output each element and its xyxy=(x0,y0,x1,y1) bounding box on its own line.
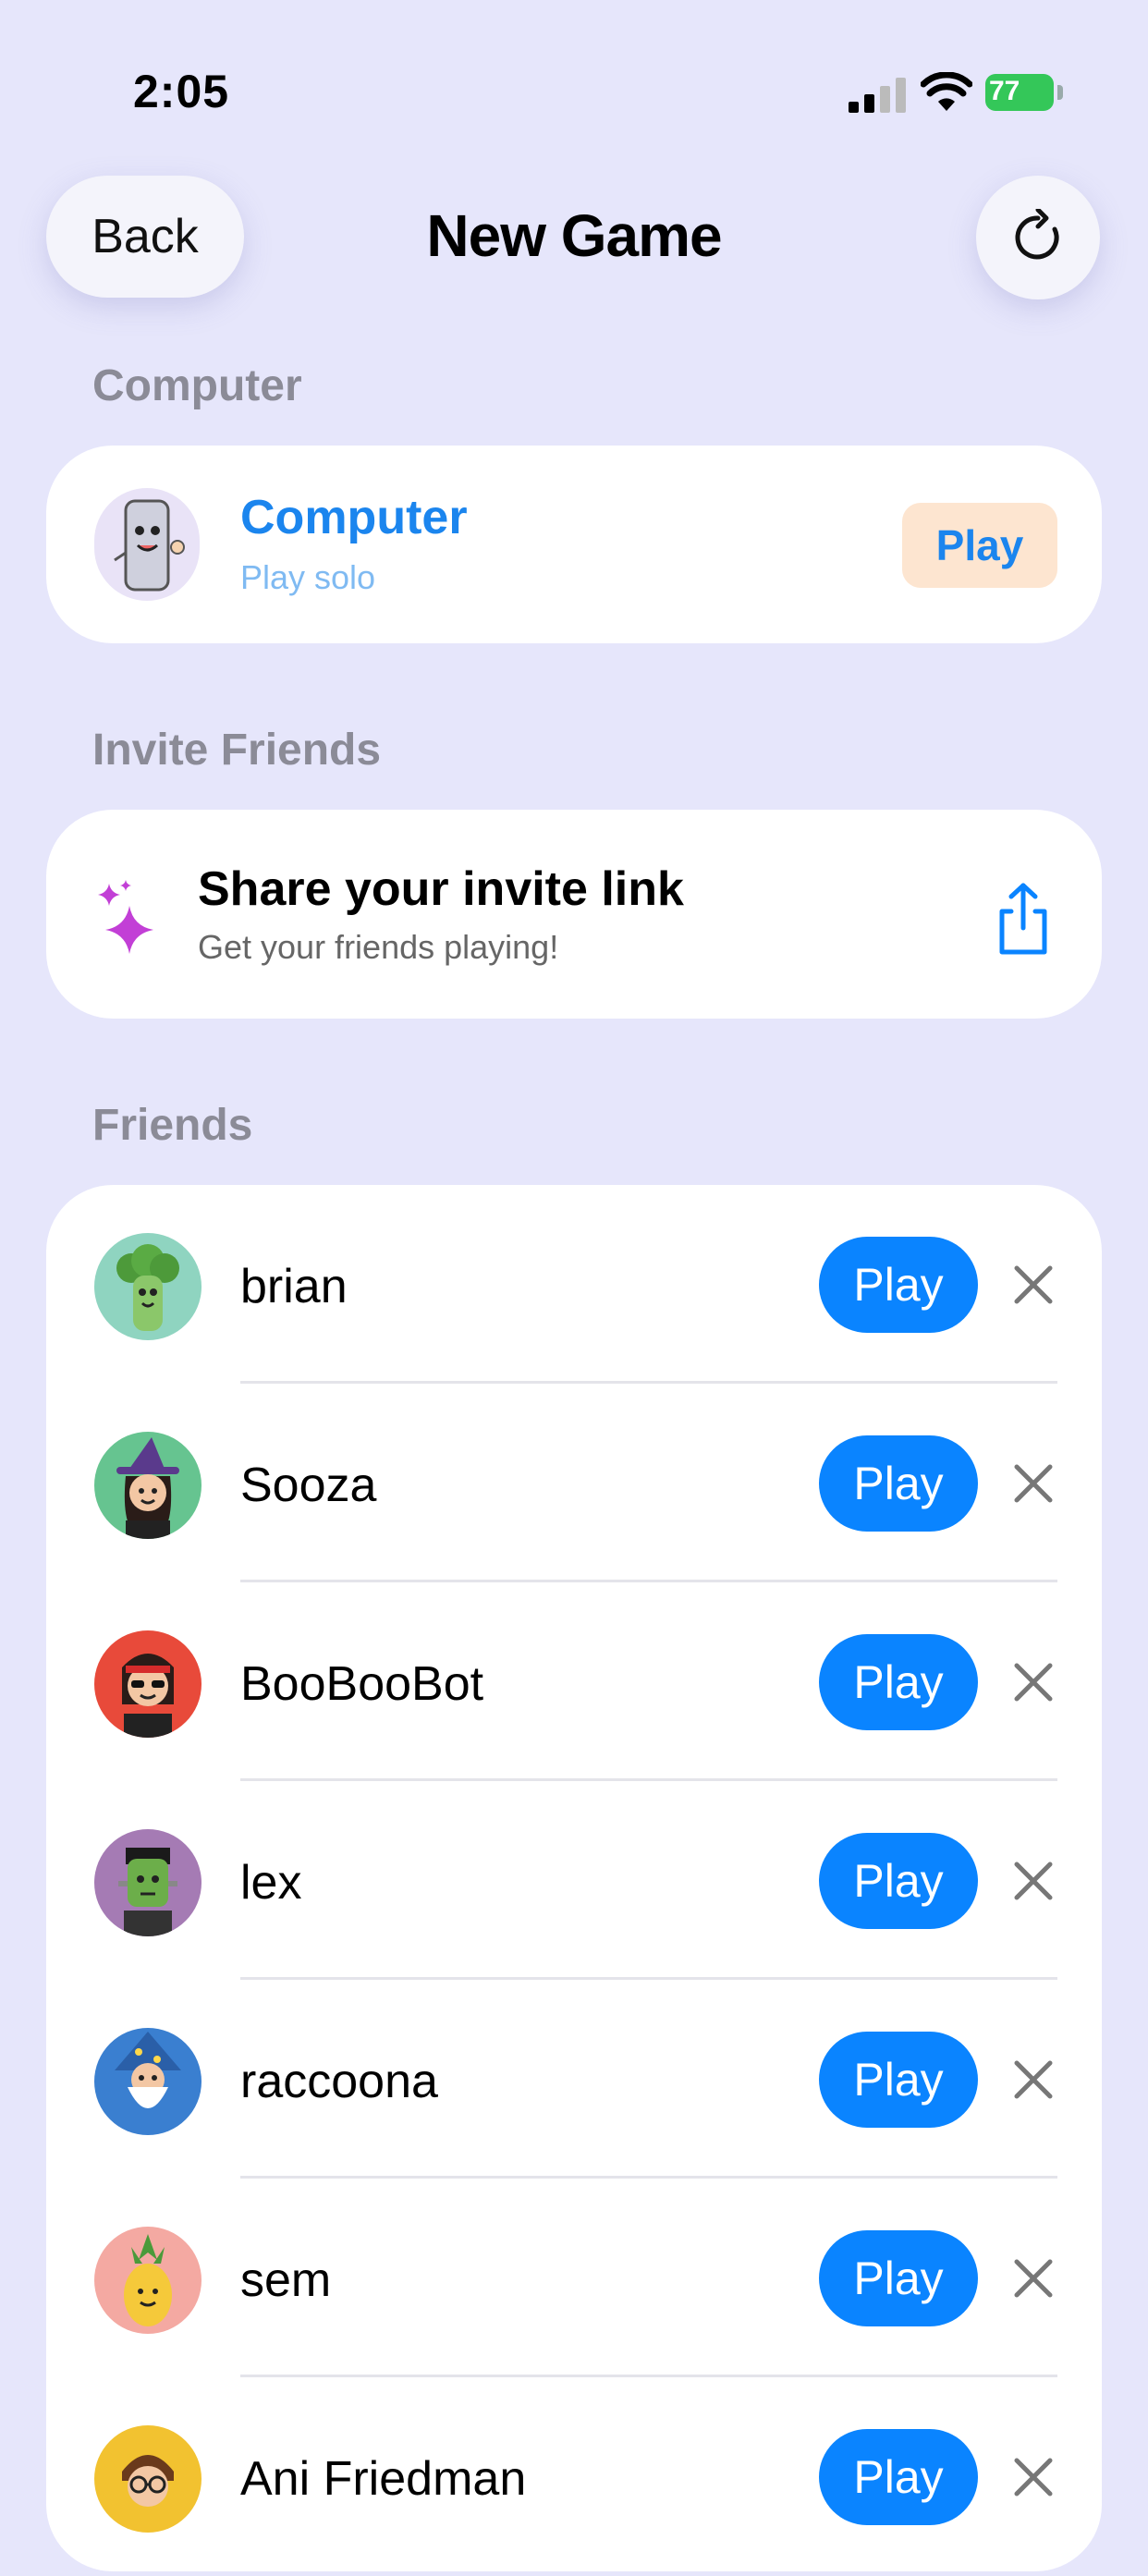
cellular-signal-icon xyxy=(849,78,906,113)
play-button[interactable]: Play xyxy=(819,2032,978,2128)
broccoli-avatar xyxy=(94,1233,202,1340)
close-icon[interactable] xyxy=(1013,2258,1054,2299)
frankenstein-avatar xyxy=(94,1829,202,1936)
invite-link-card[interactable]: Share your invite link Get your friends … xyxy=(46,810,1102,1019)
close-icon[interactable] xyxy=(1013,2457,1054,2497)
battery-level: 77 xyxy=(989,76,1020,106)
play-button[interactable]: Play xyxy=(819,1237,978,1333)
play-button[interactable]: Play xyxy=(819,2429,978,2525)
share-icon[interactable] xyxy=(991,882,1056,956)
status-time: 2:05 xyxy=(133,66,230,117)
friend-row: lex Play xyxy=(46,1781,1102,1980)
friend-name: raccoona xyxy=(240,2055,438,2108)
refresh-button[interactable] xyxy=(976,176,1100,299)
close-icon[interactable] xyxy=(1013,2059,1054,2100)
glasses-avatar xyxy=(94,2425,202,2533)
friend-row: raccoona Play xyxy=(46,1980,1102,2179)
close-icon[interactable] xyxy=(1013,1662,1054,1703)
section-label-friends: Friends xyxy=(92,1101,253,1150)
friend-name: Sooza xyxy=(240,1459,377,1512)
rocker-avatar xyxy=(94,1630,202,1738)
friend-name: brian xyxy=(240,1260,348,1313)
computer-name: Computer xyxy=(240,491,468,544)
status-bar: 2:05 77 xyxy=(0,0,1148,185)
invite-subtitle: Get your friends playing! xyxy=(198,928,559,966)
witch-avatar xyxy=(94,1432,202,1539)
close-icon[interactable] xyxy=(1013,1264,1054,1305)
friend-row: BooBooBot Play xyxy=(46,1582,1102,1781)
section-label-computer: Computer xyxy=(92,361,302,410)
play-button[interactable]: Play xyxy=(819,1833,978,1929)
phone-mascot-avatar xyxy=(94,488,200,601)
computer-subtitle: Play solo xyxy=(240,558,376,596)
play-button[interactable]: Play xyxy=(819,1634,978,1730)
friend-row: Ani Friedman Play xyxy=(46,2377,1102,2576)
play-button[interactable]: Play xyxy=(819,1435,978,1532)
section-label-invite: Invite Friends xyxy=(92,726,382,775)
refresh-icon xyxy=(1015,209,1059,260)
friend-name: Ani Friedman xyxy=(240,2452,527,2506)
friend-row: Sooza Play xyxy=(46,1384,1102,1582)
friend-name: sem xyxy=(240,2253,332,2307)
navigation-bar: Back New Game xyxy=(0,176,1148,305)
friend-row: sem Play xyxy=(46,2179,1102,2377)
wizard-avatar xyxy=(94,2028,202,2135)
wifi-icon xyxy=(921,72,972,111)
play-computer-button[interactable]: Play xyxy=(902,503,1057,588)
friend-name: BooBooBot xyxy=(240,1657,484,1711)
close-icon[interactable] xyxy=(1013,1861,1054,1901)
close-icon[interactable] xyxy=(1013,1463,1054,1504)
battery-icon: 77 xyxy=(985,74,1065,111)
invite-title: Share your invite link xyxy=(198,862,684,916)
friend-row: brian Play xyxy=(46,1185,1102,1384)
pineapple-avatar xyxy=(94,2227,202,2334)
sparkles-icon xyxy=(98,880,153,954)
friends-list: brian Play Sooza Play BooBooBot Play lex… xyxy=(46,1185,1102,2571)
play-button[interactable]: Play xyxy=(819,2230,978,2326)
computer-card: Computer Play solo Play xyxy=(46,446,1102,643)
friend-name: lex xyxy=(240,1856,302,1910)
